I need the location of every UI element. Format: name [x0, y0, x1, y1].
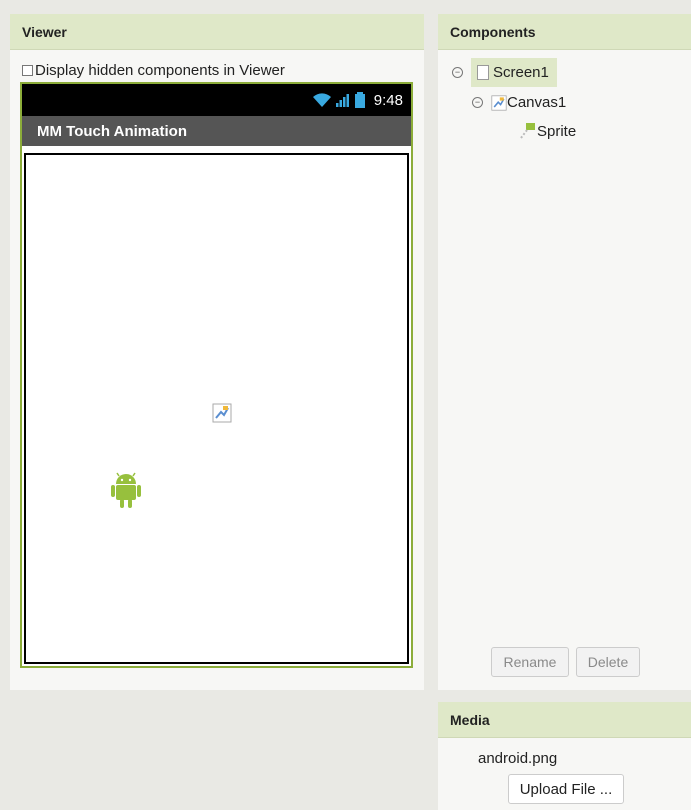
tree-item-canvas1[interactable]: − Canvas1: [472, 94, 566, 111]
canvas-icon: [491, 94, 507, 111]
canvas-component[interactable]: [24, 153, 409, 664]
canvas-icon: [212, 403, 232, 423]
media-title: Media: [450, 711, 490, 728]
viewer-title: Viewer: [22, 23, 67, 40]
screen1-label: Screen1: [493, 64, 549, 81]
delete-button[interactable]: Delete: [576, 647, 640, 677]
components-header: Components: [438, 14, 691, 50]
viewer-header: Viewer: [10, 14, 424, 50]
app-title-bar: MM Touch Animation: [22, 116, 411, 146]
media-file-label: android.png: [478, 750, 558, 767]
app-title: MM Touch Animation: [37, 122, 187, 140]
sprite-label: Sprite: [537, 122, 577, 140]
signal-icon: [335, 94, 349, 107]
rename-label: Rename: [503, 654, 557, 670]
components-title: Components: [450, 23, 536, 40]
tree-item-screen1[interactable]: − Screen1: [452, 58, 557, 87]
collapse-icon[interactable]: −: [452, 67, 463, 78]
screen1-node[interactable]: Screen1: [471, 58, 557, 87]
media-header: Media: [438, 702, 691, 738]
rename-button[interactable]: Rename: [491, 647, 569, 677]
phone-preview: 9:48 MM Touch Animation: [20, 82, 413, 668]
media-file-item[interactable]: android.png: [478, 750, 557, 767]
wifi-icon: [312, 93, 331, 107]
display-hidden-label: Display hidden components in Viewer: [35, 62, 285, 79]
battery-icon: [354, 92, 365, 108]
tree-item-sprite[interactable]: Sprite: [519, 122, 576, 140]
sprite-icon: [520, 123, 535, 139]
components-panel: [438, 50, 691, 690]
upload-file-button[interactable]: Upload File ...: [508, 774, 624, 804]
checkbox-icon[interactable]: [22, 65, 33, 76]
screen-icon: [477, 65, 489, 80]
android-sprite-icon[interactable]: [110, 470, 142, 510]
status-bar: 9:48: [22, 84, 411, 116]
status-time: 9:48: [373, 91, 403, 109]
upload-file-label: Upload File ...: [519, 780, 613, 798]
collapse-icon[interactable]: −: [472, 97, 483, 108]
canvas1-label: Canvas1: [507, 94, 567, 111]
display-hidden-checkbox[interactable]: Display hidden components in Viewer: [22, 62, 285, 79]
delete-label: Delete: [587, 654, 629, 670]
